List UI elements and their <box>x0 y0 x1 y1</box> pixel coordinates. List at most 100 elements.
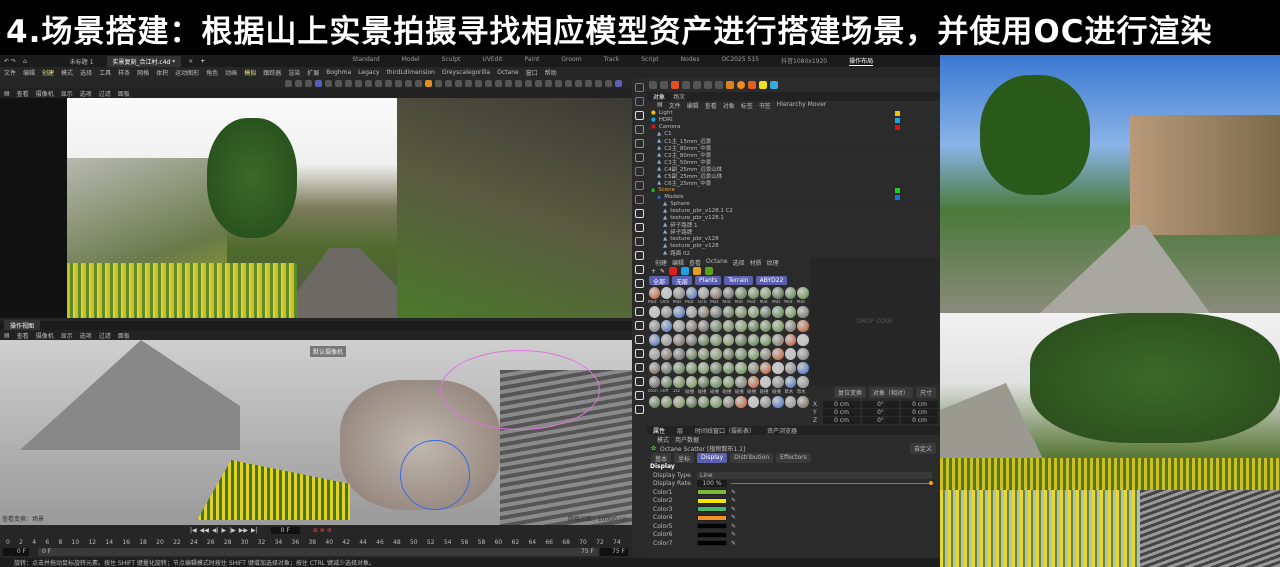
new-tab-icon[interactable]: + <box>200 58 205 65</box>
material-swatch[interactable] <box>673 287 685 299</box>
object-row[interactable]: ▲ texture_pbr_v128 <box>647 236 940 243</box>
object-row[interactable]: ▲ Sphere <box>647 201 940 208</box>
tool-icon[interactable] <box>615 79 622 87</box>
start-frame[interactable]: 0 F <box>3 548 29 556</box>
viewport-menu-item[interactable]: 面板 <box>118 89 130 98</box>
menu-item[interactable]: 渲染 <box>288 68 300 77</box>
cloud-icon[interactable] <box>660 81 668 89</box>
eyedropper-icon[interactable]: ✎ <box>731 540 736 547</box>
coord-header[interactable]: 对象（相对） <box>869 387 914 398</box>
material-swatch[interactable] <box>673 306 685 318</box>
coord-input[interactable]: 0 cm <box>901 416 938 424</box>
material-swatch[interactable] <box>722 334 735 346</box>
attr-subtab[interactable]: Distribution <box>730 453 774 463</box>
eyedropper-icon[interactable]: ✎ <box>731 506 736 513</box>
material-swatch[interactable] <box>673 348 685 360</box>
material-swatch[interactable] <box>648 306 660 318</box>
display-rate-input[interactable]: 100 % <box>697 480 727 488</box>
layout-tab[interactable]: OC2025 515 <box>721 56 759 66</box>
tool-icon[interactable] <box>385 79 392 87</box>
material-swatch[interactable] <box>747 334 760 346</box>
tool-strip-icon[interactable] <box>635 377 644 386</box>
menu-item[interactable]: 选择 <box>80 68 92 77</box>
material-swatch[interactable] <box>710 287 722 299</box>
viewport-menu-item[interactable]: 选项 <box>80 89 92 98</box>
material-swatch[interactable] <box>797 396 809 408</box>
material-swatch[interactable] <box>747 396 760 408</box>
display-type-dropdown[interactable]: Line <box>697 471 932 479</box>
eyedropper-icon[interactable]: ✎ <box>731 531 736 538</box>
menu-item[interactable]: 动画 <box>225 68 237 77</box>
tool-icon[interactable] <box>415 79 422 87</box>
material-swatch[interactable] <box>685 334 698 346</box>
material-swatch[interactable] <box>747 320 760 332</box>
material-swatch[interactable] <box>722 348 735 360</box>
tool-strip-icon[interactable] <box>635 139 644 148</box>
menu-item[interactable]: Octane <box>497 69 519 76</box>
object-row[interactable]: ▲ 路面 02 <box>647 250 940 257</box>
material-swatch[interactable] <box>722 306 735 318</box>
material-swatch[interactable] <box>685 396 698 408</box>
object-row[interactable]: ▲ texture_pbr_v128 <box>647 243 940 250</box>
material-swatch[interactable] <box>710 376 722 388</box>
tool-strip-icon[interactable] <box>635 391 644 400</box>
material-swatch[interactable] <box>760 334 772 346</box>
spline-icon[interactable] <box>704 81 712 89</box>
material-swatch[interactable] <box>784 362 797 374</box>
list-icon[interactable] <box>759 81 767 89</box>
material-swatch[interactable] <box>784 348 797 360</box>
tool-strip-icon[interactable] <box>635 363 644 372</box>
material-swatch[interactable] <box>648 396 660 408</box>
drop-zone[interactable]: DROP ZONE <box>810 258 940 385</box>
attr-subtab[interactable]: Display <box>697 453 728 463</box>
layout-tab[interactable]: Standard <box>352 56 379 66</box>
mm-menu-item[interactable]: 创建 <box>655 258 667 267</box>
coord-header[interactable]: 复位变换 <box>834 387 867 398</box>
tool-strip-icon[interactable] <box>635 251 644 260</box>
tool-icon[interactable] <box>545 79 552 87</box>
material-swatch[interactable] <box>784 306 797 318</box>
tool-icon[interactable] <box>365 79 372 87</box>
color-swatch[interactable] <box>697 497 727 504</box>
tool-icon[interactable] <box>445 79 452 87</box>
tool-icon[interactable] <box>405 79 412 87</box>
coord-input[interactable]: 0 cm <box>901 400 938 408</box>
material-swatch[interactable] <box>722 320 735 332</box>
material-swatch[interactable] <box>760 376 772 388</box>
tool-strip-icon[interactable] <box>635 167 644 176</box>
attr-tab[interactable]: 层 <box>677 426 683 435</box>
material-swatch[interactable] <box>710 306 722 318</box>
tab-objects[interactable]: 对象 <box>653 92 665 101</box>
om-menu-item[interactable]: 查看 <box>705 101 717 110</box>
om-menu-item[interactable]: 书签 <box>759 101 771 110</box>
material-swatch[interactable] <box>673 334 685 346</box>
material-swatch[interactable] <box>784 320 797 332</box>
material-swatch[interactable] <box>722 287 735 299</box>
material-swatch[interactable] <box>784 287 797 299</box>
mm-menu-item[interactable]: 选择 <box>733 258 745 267</box>
menu-item[interactable]: 编辑 <box>23 68 35 77</box>
attr-tab[interactable]: 时间线窗口（摄影表） <box>695 426 755 435</box>
material-swatch[interactable] <box>760 306 772 318</box>
viewport-render[interactable] <box>0 98 632 318</box>
tab-takes[interactable]: 场次 <box>673 92 685 101</box>
menu-item[interactable]: 工具 <box>99 68 111 77</box>
rotate-icon[interactable] <box>715 81 723 89</box>
tool-strip-icon[interactable] <box>635 195 644 204</box>
undo-icon[interactable]: ↶ ↷ <box>4 58 16 65</box>
material-swatch[interactable] <box>784 396 797 408</box>
current-frame[interactable]: 0 F <box>270 527 300 534</box>
coord-input[interactable]: 0° <box>862 408 899 416</box>
tool-strip-icon[interactable] <box>635 223 644 232</box>
material-swatch[interactable] <box>760 320 772 332</box>
mm-menu-item[interactable]: 纹理 <box>767 258 779 267</box>
viewport-menu-item[interactable]: 选项 <box>80 331 92 340</box>
menu-item[interactable]: 模式 <box>61 68 73 77</box>
attr-subtab[interactable]: 坐标 <box>674 453 695 463</box>
tool-strip-icon[interactable] <box>635 181 644 190</box>
tool-strip-icon[interactable] <box>635 349 644 358</box>
tool-icon[interactable] <box>535 79 542 87</box>
scale-icon[interactable] <box>682 81 690 89</box>
viewport-menu-item[interactable]: 显示 <box>61 331 73 340</box>
tool-icon[interactable] <box>295 79 302 87</box>
